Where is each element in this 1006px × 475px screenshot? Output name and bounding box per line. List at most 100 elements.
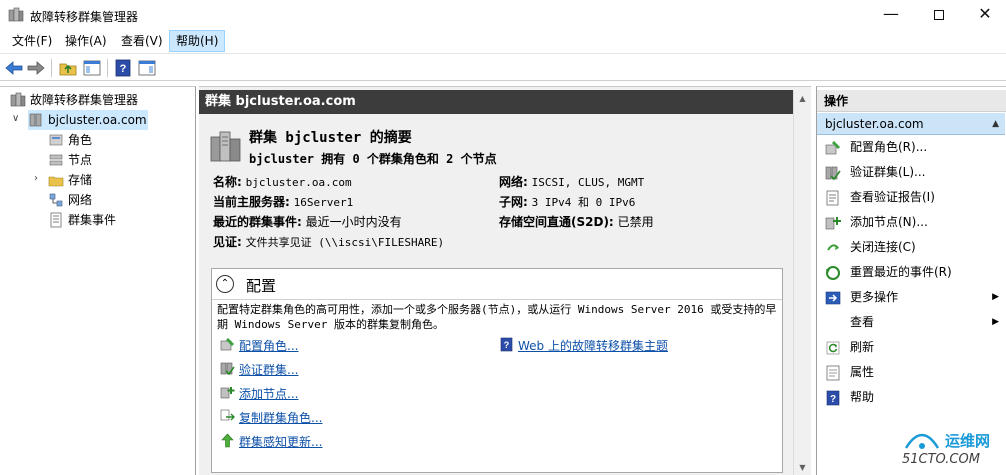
action-label: 重置最近的事件(R) <box>850 265 952 279</box>
failover-cluster-manager-window: 故障转移群集管理器 — ✕ 文件(F) 操作(A) 查看(V) 帮助(H) ? … <box>0 0 1006 475</box>
cluster-aware-updating-link[interactable]: 群集感知更新... <box>221 433 323 450</box>
minimize-button[interactable]: — <box>868 0 914 30</box>
scroll-down-icon[interactable]: ▼ <box>794 459 811 475</box>
configure-title: 配置 <box>246 277 277 295</box>
collapse-up-icon[interactable]: ▲ <box>992 113 999 135</box>
close-button[interactable]: ✕ <box>962 0 1006 30</box>
minimize-icon: — <box>883 4 899 23</box>
action-label: 帮助 <box>850 390 875 404</box>
action-label: 查看 <box>850 315 875 329</box>
close-connection-icon <box>827 244 839 251</box>
validate-cluster-link[interactable]: 验证群集... <box>220 361 298 378</box>
field-events-label: 最近的群集事件: <box>213 215 302 229</box>
main-scrollbar[interactable]: ▲ ▼ <box>793 90 811 475</box>
maximize-icon <box>934 9 944 20</box>
menu-help[interactable]: 帮助(H) <box>169 30 226 52</box>
action-label: 刷新 <box>850 340 875 354</box>
field-subnet-value: 3 IPv4 和 0 IPv6 <box>531 196 636 209</box>
watermark-logo-icon <box>904 433 940 449</box>
actions-header: 操作 <box>817 90 1006 112</box>
help-icon[interactable]: ? <box>113 58 133 78</box>
cluster-icon <box>29 113 42 127</box>
action-configure-role[interactable]: 配置角色(R)... <box>817 135 1005 160</box>
actions-group-cluster[interactable]: bjcluster.oa.com ▲ <box>817 113 1005 135</box>
update-arrow-icon <box>221 433 234 448</box>
svg-text:?: ? <box>504 340 510 350</box>
action-label: 关闭连接(C) <box>850 240 916 254</box>
back-arrow-icon[interactable] <box>4 58 24 78</box>
field-network-value: ISCSI, CLUS, MGMT <box>531 176 645 189</box>
more-actions-icon <box>825 291 841 305</box>
configure-role-icon <box>825 141 840 155</box>
web-help-topics-link[interactable]: ? Web 上的故障转移群集主题 <box>500 337 668 354</box>
nodes-icon <box>49 154 63 166</box>
field-subnet-label: 子网: <box>499 195 528 209</box>
field-network-label: 网络: <box>499 175 528 189</box>
menu-file[interactable]: 文件(F) <box>6 30 58 52</box>
cluster-summary-icon <box>210 131 241 162</box>
add-node-label: 添加节点... <box>239 387 299 401</box>
copy-cluster-roles-link[interactable]: 复制群集角色... <box>220 409 323 426</box>
reset-events-icon <box>826 266 840 280</box>
watermark-cn: 运维网 <box>945 432 991 450</box>
main-header: 群集 bjcluster.oa.com <box>199 90 793 114</box>
action-label: 配置角色(R)... <box>850 140 928 154</box>
forward-arrow-icon[interactable] <box>26 58 46 78</box>
action-refresh[interactable]: 刷新 <box>817 335 1005 360</box>
tree-item-cluster[interactable]: bjcluster.oa.com <box>28 110 148 130</box>
cluster-app-icon <box>8 7 24 22</box>
menu-view[interactable]: 查看(V) <box>115 30 169 52</box>
show-hide-tree-icon[interactable] <box>82 58 102 78</box>
add-node-link[interactable]: 添加节点... <box>220 385 299 402</box>
configure-role-label: 配置角色... <box>239 339 299 353</box>
add-node-icon <box>825 217 841 230</box>
cluster-summary: 群集 bjcluster 的摘要 bjcluster 拥有 0 个群集角色和 2… <box>199 117 793 475</box>
field-recent-events: 最近的群集事件: 最近一小时内没有 <box>213 213 402 230</box>
field-events-value[interactable]: 最近一小时内没有 <box>306 215 402 229</box>
validate-cluster-icon <box>825 166 841 181</box>
collapse-icon[interactable]: ⌃ <box>216 275 234 293</box>
show-action-pane-icon[interactable] <box>137 58 157 78</box>
field-s2d-label: 存储空间直通(S2D): <box>499 215 614 229</box>
field-witness-label: 见证: <box>213 235 242 249</box>
action-reset-recent-events[interactable]: 重置最近的事件(R) <box>817 260 1005 285</box>
action-label: 属性 <box>850 365 875 379</box>
action-label: 查看验证报告(I) <box>850 190 935 204</box>
chevron-down-icon[interactable]: ∨ <box>12 113 19 124</box>
action-view[interactable]: 查看 ▶ <box>817 310 1005 335</box>
field-s2d-value: 已禁用 <box>617 215 654 229</box>
copy-roles-label: 复制群集角色... <box>239 411 323 425</box>
up-folder-icon[interactable] <box>58 58 78 78</box>
action-add-node[interactable]: 添加节点(N)... <box>817 210 1005 235</box>
title-bar: 故障转移群集管理器 — ✕ <box>0 0 1006 30</box>
summary-subtitle: bjcluster 拥有 0 个群集角色和 2 个节点 <box>249 152 497 166</box>
roles-icon <box>49 134 63 146</box>
watermark-en: 51CTO.COM <box>902 452 980 467</box>
svg-text:?: ? <box>120 63 127 75</box>
divider <box>212 299 782 300</box>
cluster-aware-updating-label: 群集感知更新... <box>239 435 323 449</box>
configure-role-link[interactable]: 配置角色... <box>220 337 299 354</box>
action-view-validation-report[interactable]: 查看验证报告(I) <box>817 185 1005 210</box>
add-node-icon <box>220 387 235 399</box>
toolbar: ? <box>0 53 1006 81</box>
action-help[interactable]: ? 帮助 <box>817 385 1005 410</box>
chevron-right-icon[interactable]: › <box>34 173 38 184</box>
storage-icon <box>48 176 64 187</box>
maximize-button[interactable] <box>916 0 962 30</box>
menu-bar: 文件(F) 操作(A) 查看(V) 帮助(H) <box>0 30 1006 52</box>
report-icon <box>826 190 839 206</box>
action-validate-cluster[interactable]: 验证群集(L)... <box>817 160 1005 185</box>
actions-group-label: bjcluster.oa.com <box>825 117 924 131</box>
action-close-connection[interactable]: 关闭连接(C) <box>817 235 1005 260</box>
field-name-value: bjcluster.oa.com <box>245 176 352 189</box>
tree-cluster-label: bjcluster.oa.com <box>48 113 147 127</box>
menu-action[interactable]: 操作(A) <box>59 30 113 52</box>
tree-events-label: 群集事件 <box>68 213 117 227</box>
svg-text:?: ? <box>830 394 836 405</box>
action-more-actions[interactable]: 更多操作 ▶ <box>817 285 1005 310</box>
events-icon <box>50 212 62 228</box>
action-properties[interactable]: 属性 <box>817 360 1005 385</box>
scroll-up-icon[interactable]: ▲ <box>794 90 811 107</box>
field-networks: 网络: ISCSI, CLUS, MGMT <box>499 173 644 190</box>
